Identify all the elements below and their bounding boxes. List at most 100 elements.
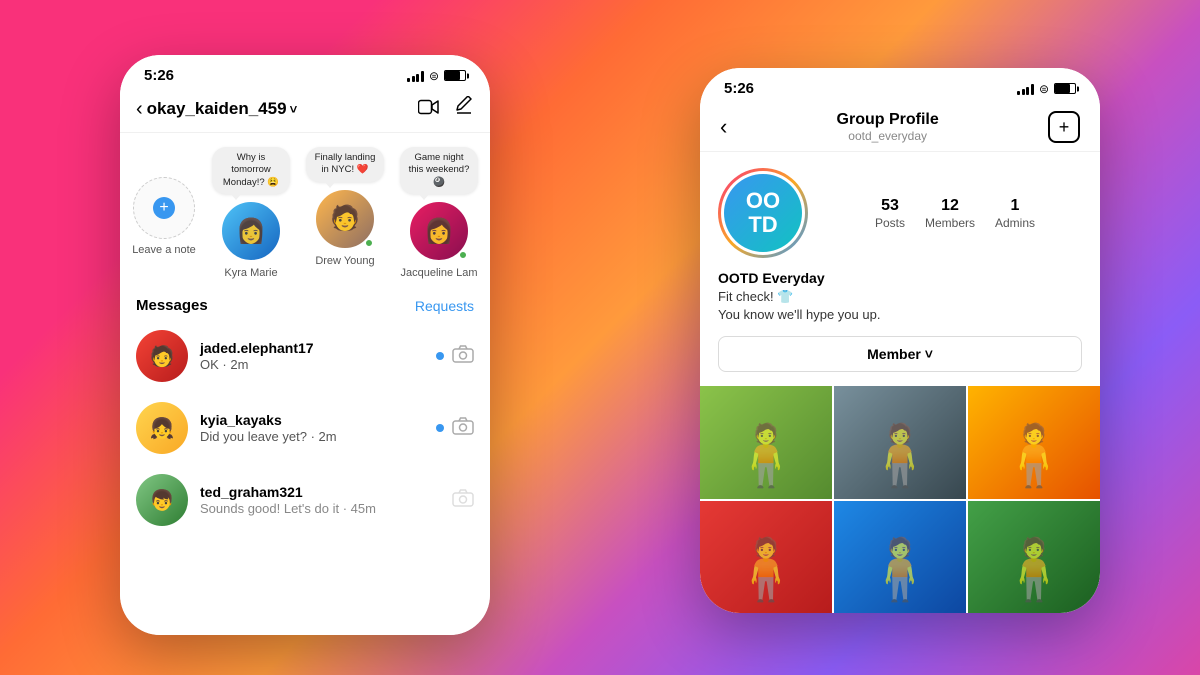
camera-icon-ted[interactable] xyxy=(452,489,474,512)
stat-posts-num: 53 xyxy=(875,197,905,215)
group-profile-header: ‹ Group Profile ootd_everyday + xyxy=(700,101,1100,152)
plus-icon: + xyxy=(1059,118,1070,136)
msg-username-kyia: kyia_kayaks xyxy=(200,412,424,428)
jacqueline-avatar-wrap: 👩 xyxy=(408,200,470,262)
grid-photo-1[interactable]: 🧍 xyxy=(700,386,832,498)
add-plus-icon: + xyxy=(153,197,175,219)
status-time-right: 5:26 xyxy=(724,80,754,97)
dm-actions xyxy=(418,96,474,122)
gp-title-wrap: Group Profile ootd_everyday xyxy=(837,111,939,143)
photo-person-6: 🧍 xyxy=(997,534,1072,605)
msg-right-kyia xyxy=(436,417,474,440)
dm-username[interactable]: okay_kaiden_459 xyxy=(147,99,287,119)
note-label-jacqueline: Jacqueline Lam xyxy=(400,267,477,279)
note-label-drew: Drew Young xyxy=(315,255,374,267)
battery-icon xyxy=(444,70,466,81)
photo-person-5: 🧍 xyxy=(863,534,938,605)
message-item-ted[interactable]: 👦 ted_graham321 Sounds good! Let's do it… xyxy=(120,464,490,536)
wifi-icon: ⊜ xyxy=(429,69,439,83)
left-phone-screen: 5:26 ⊜ ‹ okay_kaiden_459 ˅ xyxy=(120,55,490,635)
stat-members-num: 12 xyxy=(925,197,975,215)
camera-icon-kyia[interactable] xyxy=(452,417,474,440)
gp-back-button[interactable]: ‹ xyxy=(720,114,727,140)
signal-icon-right xyxy=(1017,83,1034,95)
back-button[interactable]: ‹ xyxy=(136,98,143,121)
msg-right-ted xyxy=(452,489,474,512)
grid-photo-6[interactable]: 🧍 xyxy=(968,501,1100,613)
msg-content-ted: ted_graham321 Sounds good! Let's do it ·… xyxy=(200,484,440,516)
note-bubble-drew: Finally landing in NYC! ❤️ xyxy=(306,147,384,182)
status-icons-left: ⊜ xyxy=(407,69,466,83)
chevron-down-icon: ˅ xyxy=(290,102,298,117)
msg-preview-jaded: OK · 2m xyxy=(200,357,424,372)
status-bar-right: 5:26 ⊜ xyxy=(700,68,1100,101)
note-item-jacqueline[interactable]: Game night this weekend? 🎱 👩 Jacqueline … xyxy=(400,147,478,279)
group-avatar-ring: OOTD xyxy=(718,168,808,258)
status-time-left: 5:26 xyxy=(144,67,174,84)
msg-right-jaded xyxy=(436,345,474,368)
gp-add-button[interactable]: + xyxy=(1048,111,1080,143)
msg-preview-kyia: Did you leave yet? · 2m xyxy=(200,429,424,444)
compose-icon[interactable] xyxy=(454,96,474,122)
wifi-icon-right: ⊜ xyxy=(1039,82,1049,96)
note-bubble-kyra: Why is tomorrow Monday!? 😩 xyxy=(212,147,290,194)
msg-content-jaded: jaded.elephant17 OK · 2m xyxy=(200,340,424,372)
requests-link[interactable]: Requests xyxy=(415,298,474,314)
note-bubble-jacqueline: Game night this weekend? 🎱 xyxy=(400,147,478,194)
right-phone-mockup: 5:26 ⊜ ‹ Group Profile ootd_everyday xyxy=(700,68,1100,613)
avatar-jaded: 🧑 xyxy=(136,330,188,382)
jacqueline-online-indicator xyxy=(458,250,468,260)
stat-posts: 53 Posts xyxy=(875,197,905,230)
stat-admins: 1 Admins xyxy=(995,197,1035,230)
gp-stats: 53 Posts 12 Members 1 Admins xyxy=(828,197,1082,230)
member-label: Member ˅ xyxy=(867,346,933,362)
grid-photo-5[interactable]: 🧍 xyxy=(834,501,966,613)
message-item-jaded[interactable]: 🧑 jaded.elephant17 OK · 2m xyxy=(120,320,490,392)
photo-person-3: 🧍 xyxy=(997,420,1072,491)
member-button[interactable]: Member ˅ xyxy=(718,336,1082,372)
unread-dot-kyia xyxy=(436,424,444,432)
photo-person-4: 🧍 xyxy=(729,534,804,605)
group-bio-line2: You know we'll hype you up. xyxy=(718,306,1082,324)
signal-icon xyxy=(407,70,424,82)
grid-photo-2[interactable]: 🧍 xyxy=(834,386,966,498)
msg-username-jaded: jaded.elephant17 xyxy=(200,340,424,356)
stat-admins-num: 1 xyxy=(995,197,1035,215)
unread-dot-jaded xyxy=(436,352,444,360)
msg-preview-ted: Sounds good! Let's do it · 45m xyxy=(200,501,440,516)
notes-row: + Leave a note Why is tomorrow Monday!? … xyxy=(120,133,490,289)
grid-photo-3[interactable]: 🧍 xyxy=(968,386,1100,498)
msg-username-ted: ted_graham321 xyxy=(200,484,440,500)
photo-person-2: 🧍 xyxy=(863,420,938,491)
dm-title: okay_kaiden_459 ˅ xyxy=(147,99,418,119)
stat-admins-label: Admins xyxy=(995,216,1035,230)
drew-online-indicator xyxy=(364,238,374,248)
status-bar-left: 5:26 ⊜ xyxy=(120,55,490,88)
note-label-kyra: Kyra Marie xyxy=(224,267,277,279)
note-item-drew[interactable]: Finally landing in NYC! ❤️ 🧑 Drew Young xyxy=(306,147,384,279)
group-avatar-text: OOTD xyxy=(746,189,780,237)
stat-posts-label: Posts xyxy=(875,216,905,230)
avatar-kyia: 👧 xyxy=(136,402,188,454)
messages-header: Messages Requests xyxy=(120,289,490,320)
message-item-kyia[interactable]: 👧 kyia_kayaks Did you leave yet? · 2m xyxy=(120,392,490,464)
camera-icon-jaded[interactable] xyxy=(452,345,474,368)
gp-bio-section: OOTD Everyday Fit check! 👕 You know we'l… xyxy=(700,270,1100,336)
messages-title: Messages xyxy=(136,297,208,314)
dm-header: ‹ okay_kaiden_459 ˅ xyxy=(120,88,490,133)
kyra-person-icon: 👩 xyxy=(222,202,280,260)
add-note-avatar: + xyxy=(133,177,195,239)
note-item-kyra[interactable]: Why is tomorrow Monday!? 😩 👩 Kyra Marie xyxy=(212,147,290,279)
video-call-icon[interactable] xyxy=(418,98,440,121)
avatar-kyra: 👩 xyxy=(220,200,282,262)
grid-photo-4[interactable]: 🧍 xyxy=(700,501,832,613)
leave-note-label: Leave a note xyxy=(132,244,196,256)
leave-note-item[interactable]: + Leave a note xyxy=(132,147,196,279)
drew-avatar-wrap: 🧑 xyxy=(314,188,376,250)
photo-person-1: 🧍 xyxy=(729,420,804,491)
stat-members-label: Members xyxy=(925,216,975,230)
right-phone-screen: 5:26 ⊜ ‹ Group Profile ootd_everyday xyxy=(700,68,1100,613)
left-phone-mockup: 5:26 ⊜ ‹ okay_kaiden_459 ˅ xyxy=(120,55,490,635)
group-bio-line1: Fit check! 👕 xyxy=(718,288,1082,306)
gp-profile-section: OOTD 53 Posts 12 Members 1 Admins xyxy=(700,152,1100,270)
